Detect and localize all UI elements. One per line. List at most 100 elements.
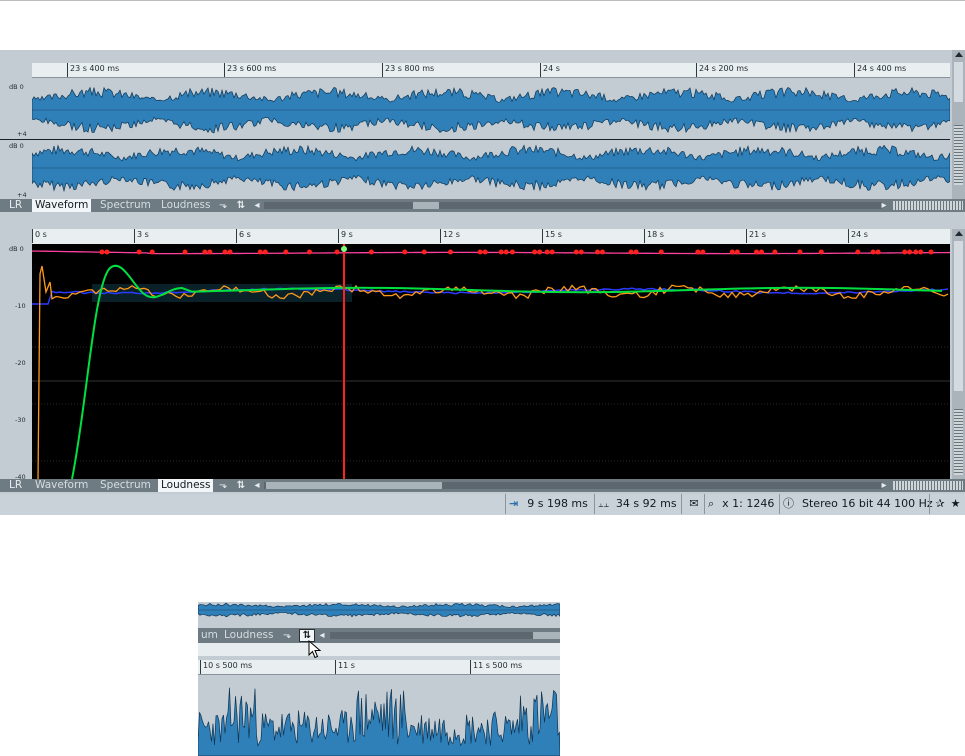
ruler-tick [854, 63, 855, 77]
waveform-shape [198, 687, 560, 756]
scroll-up-arrow-icon[interactable] [955, 231, 963, 236]
tile-sync-icon[interactable]: ⇅ [234, 199, 248, 212]
scroll-thumb[interactable] [954, 62, 963, 102]
scroll-left-icon[interactable]: ◂ [252, 199, 262, 212]
ruler-label: 12 s [443, 230, 460, 239]
upper-channel-1-scale: dB 0 +4 [0, 78, 30, 138]
zoom-field[interactable]: ⌕ x 1: 1246 [704, 494, 781, 514]
peak-marker [599, 249, 605, 255]
scroll-right-icon[interactable]: ▸ [879, 479, 889, 492]
tab-spectrum-partial[interactable]: um [198, 629, 221, 642]
top-divider [0, 0, 965, 1]
lower-zoom-strip[interactable] [893, 481, 963, 490]
favorite-button[interactable]: ★ [947, 494, 964, 514]
audio-format-field[interactable]: ⓘ Stereo 16 bit 44 100 Hz [779, 494, 933, 514]
inset-time-ruler: 10 s 500 ms 11 s 11 s 500 ms [198, 660, 560, 675]
length-field[interactable]: ⫠⫠ 34 s 92 ms [594, 494, 679, 514]
mouse-pointer-icon [308, 640, 322, 659]
tab-waveform[interactable]: Waveform [32, 199, 92, 212]
snap-icon[interactable]: ⬎ [216, 199, 230, 212]
peak-marker [573, 249, 579, 255]
inset-gap [198, 643, 560, 656]
inset-screenshot: um Loudness ⬎ ⇅ ◂ 10 s 500 ms 11 s 11 s 50… [198, 602, 560, 756]
peak-marker [907, 249, 913, 255]
ruler-tick [540, 63, 541, 77]
peak-marker [222, 249, 228, 255]
snap-icon[interactable]: ⬎ [216, 479, 230, 492]
upper-vertical-scrollbar[interactable] [952, 50, 965, 199]
cursor-icon: ⇥ [509, 497, 519, 510]
scroll-thumb[interactable] [954, 241, 963, 391]
ruler-label: 24 s 200 ms [699, 64, 749, 73]
tab-loudness[interactable]: Loudness [221, 629, 276, 642]
peak-marker [913, 249, 919, 255]
ruler-tick [470, 660, 471, 674]
upper-channel-2-scale: dB 0 +4 [0, 139, 30, 199]
peak-marker [136, 249, 142, 255]
vertical-zoom-strip[interactable] [954, 409, 963, 475]
upper-waveform-canvas[interactable] [32, 78, 950, 198]
peak-marker [754, 249, 760, 255]
peak-marker [818, 249, 824, 255]
upper-time-ruler[interactable]: 23 s 400 ms 23 s 600 ms 23 s 800 ms 24 s 24 … [32, 63, 950, 78]
tab-lr[interactable]: LR [6, 199, 25, 212]
upper-zoom-strip[interactable] [893, 201, 963, 210]
tab-loudness[interactable]: Loudness [158, 479, 214, 492]
peak-marker [544, 249, 550, 255]
peak-marker [104, 249, 110, 255]
ruler-tick [32, 229, 33, 243]
peak-marker [918, 249, 924, 255]
inset-waveform-top [198, 602, 560, 618]
ruler-tick [746, 229, 747, 243]
ruler-tick [382, 63, 383, 77]
scroll-right-icon[interactable]: ▸ [879, 199, 889, 212]
ruler-label: 24 s [543, 64, 560, 73]
lower-tab-bar: LR Waveform Spectrum Loudness ⬎ ⇅ ◂ ▸ [0, 479, 965, 492]
peak-marker [447, 249, 453, 255]
lower-time-ruler[interactable]: 0 s 3 s 6 s 9 s 12 s 15 s 18 s 21 s 24 s [32, 229, 950, 245]
ruler-label: 23 s 400 ms [70, 64, 120, 73]
ruler-tick [335, 660, 336, 674]
ruler-tick [542, 229, 543, 243]
peak-marker [482, 249, 488, 255]
upper-horizontal-scrollbar[interactable] [264, 202, 882, 209]
info-icon: ⓘ [783, 497, 794, 510]
lower-vertical-scrollbar[interactable] [952, 229, 965, 479]
zoom-icon: ⌕ [708, 497, 715, 510]
tile-sync-icon[interactable]: ⇅ [234, 479, 248, 492]
peak-marker [257, 249, 263, 255]
cursor-position-field[interactable]: ⇥ 9 s 198 ms [505, 494, 596, 514]
ruler-label: 24 s [851, 230, 868, 239]
peak-marker [477, 249, 483, 255]
snap-icon[interactable]: ⬎ [280, 629, 294, 642]
tab-spectrum[interactable]: Spectrum [97, 479, 154, 492]
vertical-zoom-strip[interactable] [954, 125, 963, 185]
upper-tab-bar: LR Waveform Spectrum Loudness ⬎ ⇅ ◂ ▸ [0, 199, 965, 212]
playhead-handle[interactable] [341, 246, 347, 252]
tab-waveform[interactable]: Waveform [32, 479, 91, 492]
peak-marker [695, 249, 701, 255]
scroll-left-icon[interactable]: ◂ [252, 479, 262, 492]
momentary-max-curve [32, 250, 950, 255]
scroll-up-arrow-icon[interactable] [955, 52, 963, 57]
tab-lr[interactable]: LR [6, 479, 25, 492]
upper-scroll-thumb[interactable] [413, 202, 439, 209]
comment-button[interactable]: ✉ [681, 494, 706, 514]
audio-format-value: Stereo 16 bit 44 100 Hz [802, 497, 933, 510]
peak-marker [855, 249, 861, 255]
axis-label: -30 [15, 416, 26, 424]
inset-scroll-thumb[interactable] [533, 632, 560, 639]
ruler-label: 21 s [749, 230, 766, 239]
ruler-tick [200, 660, 201, 674]
peak-marker [368, 249, 374, 255]
loudness-graph[interactable] [32, 244, 950, 479]
peak-marker [734, 249, 740, 255]
peak-marker [594, 249, 600, 255]
peak-marker [306, 249, 312, 255]
ruler-tick [338, 229, 339, 243]
tab-spectrum[interactable]: Spectrum [97, 199, 154, 212]
tab-loudness[interactable]: Loudness [158, 199, 213, 212]
inset-horizontal-scrollbar[interactable] [330, 632, 560, 639]
peak-marker [700, 249, 706, 255]
lower-scroll-thumb[interactable] [266, 482, 442, 489]
